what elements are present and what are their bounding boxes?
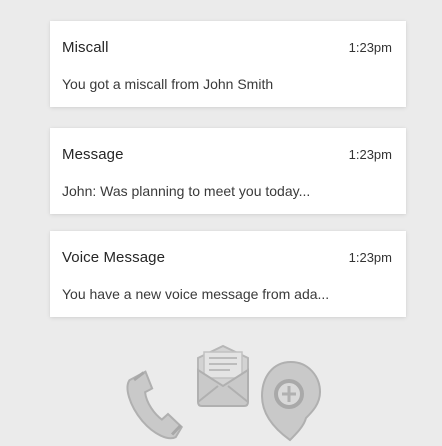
mail-envelope-icon[interactable]	[188, 340, 258, 420]
notification-time: 1:23pm	[348, 39, 392, 55]
action-icons-row	[0, 340, 442, 446]
notification-time: 1:23pm	[348, 146, 392, 162]
notification-title: Message	[62, 145, 124, 163]
notification-body: John: Was planning to meet you today...	[62, 183, 311, 199]
notification-title: Miscall	[62, 38, 109, 56]
notification-header: Miscall 1:23pm	[62, 36, 392, 58]
phone-icon[interactable]	[118, 350, 188, 446]
notification-body: You got a miscall from John Smith	[62, 76, 274, 92]
voicemail-icon[interactable]	[256, 356, 326, 446]
notification-card-voice-message[interactable]: Voice Message 1:23pm You have a new voic…	[50, 231, 406, 317]
notification-time: 1:23pm	[348, 249, 392, 265]
notification-panel: Miscall 1:23pm You got a miscall from Jo…	[0, 0, 442, 446]
notification-header: Voice Message 1:23pm	[62, 246, 392, 268]
notification-card-message[interactable]: Message 1:23pm John: Was planning to mee…	[50, 128, 406, 214]
notification-header: Message 1:23pm	[62, 143, 392, 165]
notification-title: Voice Message	[62, 248, 166, 266]
notification-body: You have a new voice message from ada...	[62, 286, 330, 302]
notification-card-miscall[interactable]: Miscall 1:23pm You got a miscall from Jo…	[50, 21, 406, 107]
